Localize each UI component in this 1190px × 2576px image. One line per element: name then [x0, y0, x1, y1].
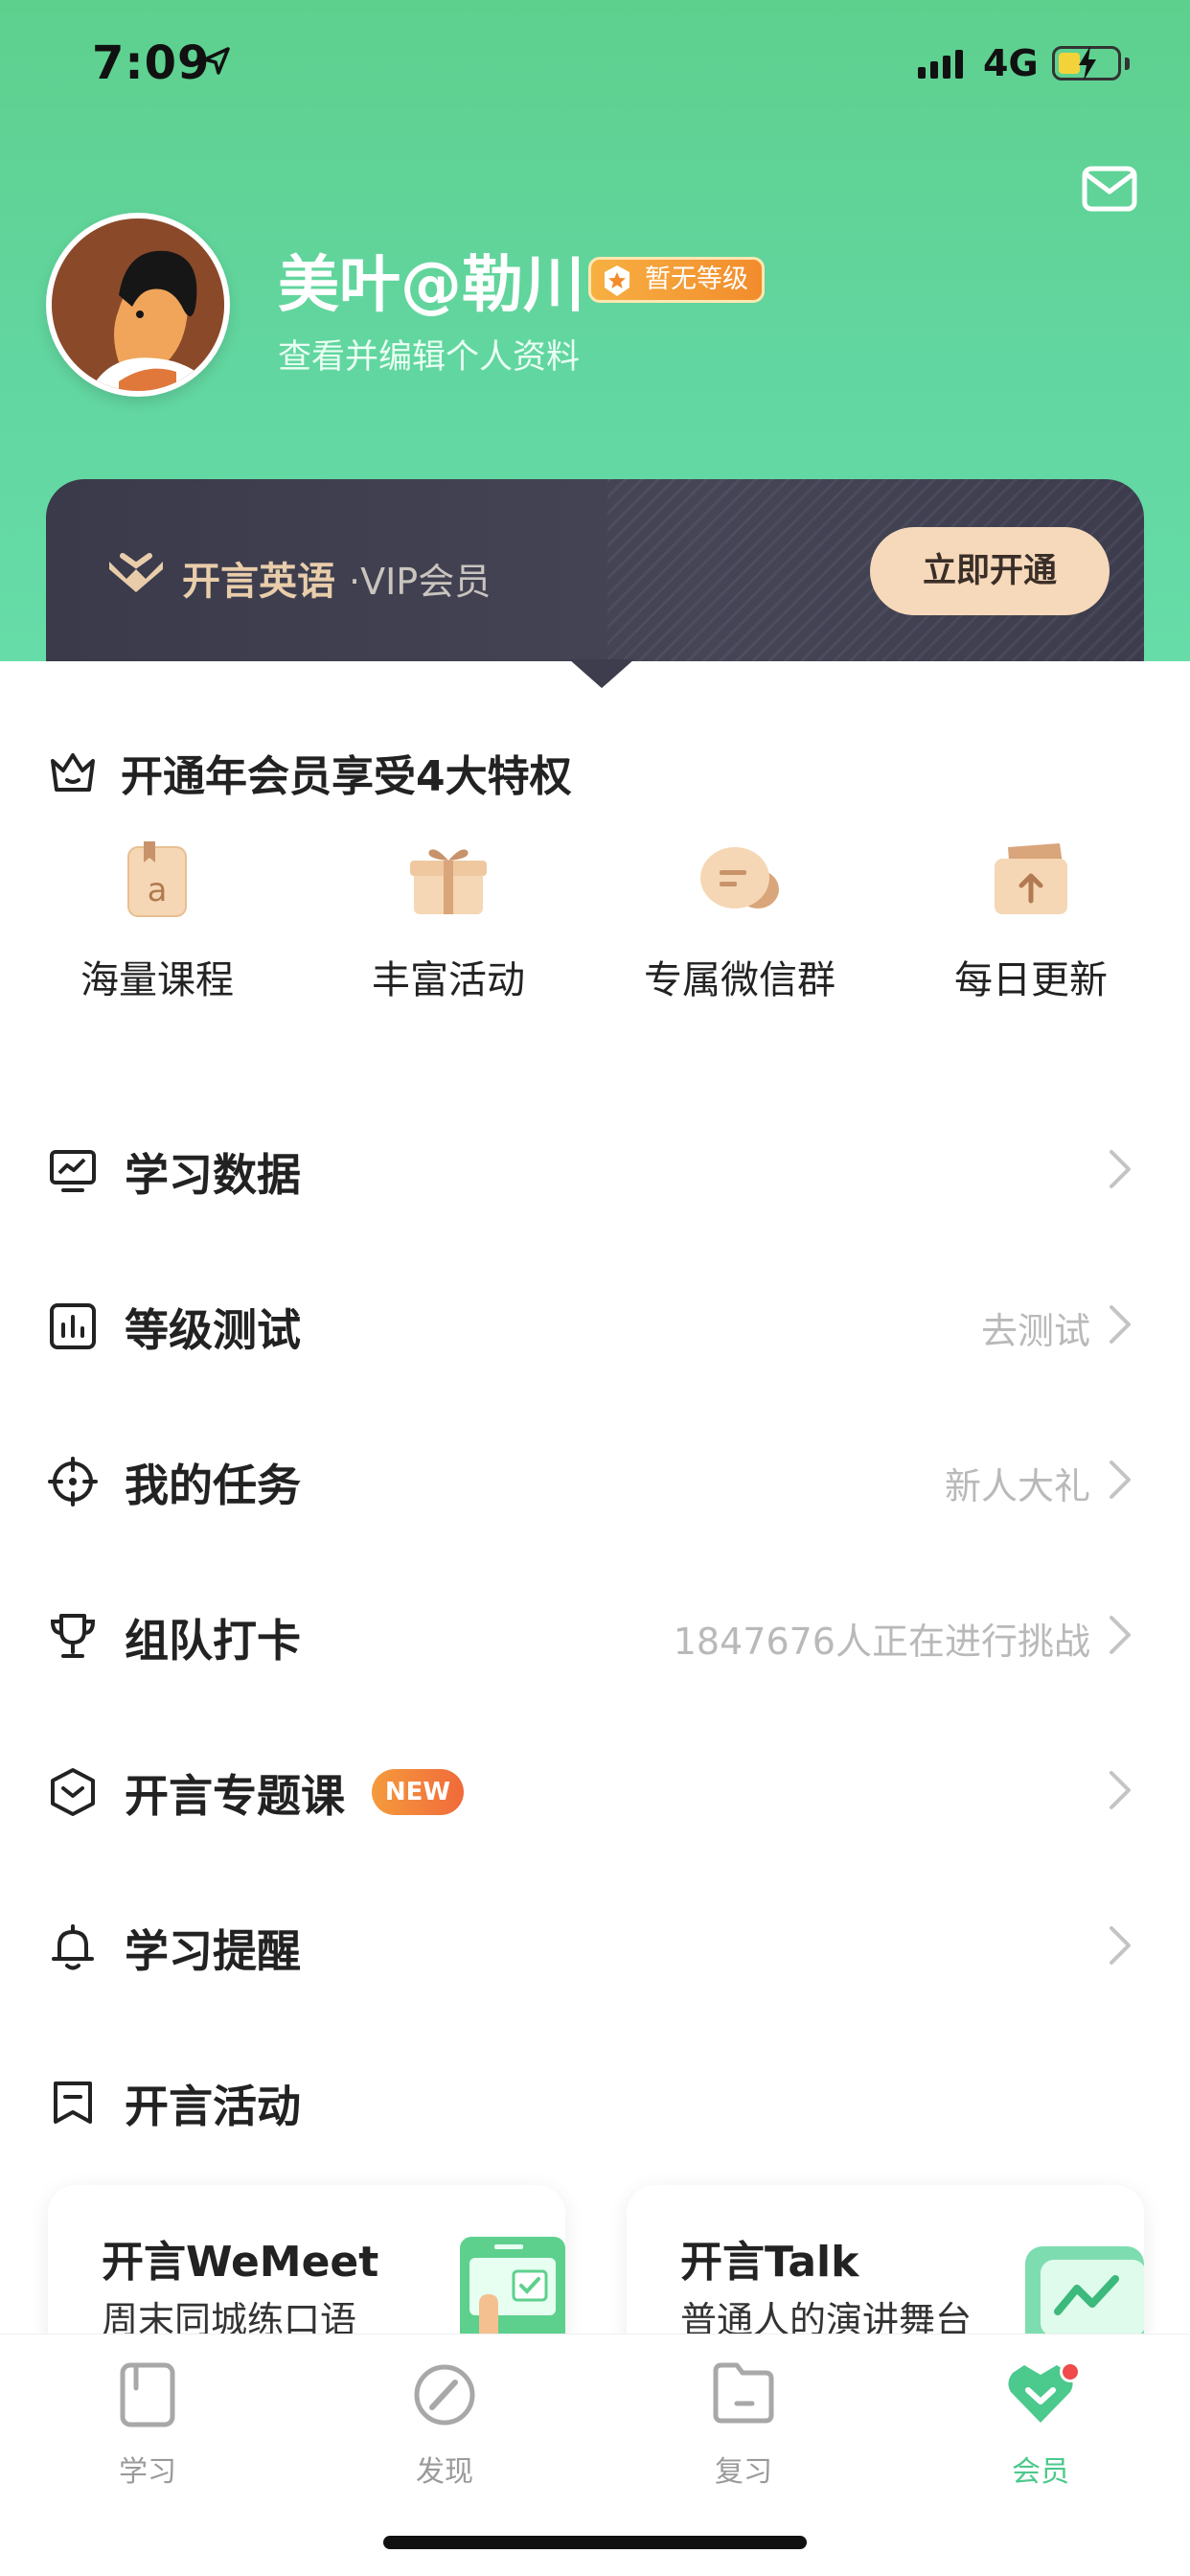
- chevron-right-icon: [1110, 1460, 1131, 1499]
- menu-extra: 去测试: [980, 1310, 1090, 1352]
- tab-label: 复习: [715, 2455, 772, 2489]
- vip-subtitle: ·VIP会员: [349, 561, 492, 603]
- topic-course-icon: [51, 1768, 95, 1816]
- vip-card-pointer: [569, 659, 634, 688]
- tab-study[interactable]: 学习: [71, 2361, 224, 2490]
- chat-bubble-icon: [700, 847, 779, 908]
- vip-card[interactable]: 开言英语 ·VIP会员 立即开通: [46, 479, 1144, 661]
- menu-label: 学习提醒: [125, 1925, 301, 1977]
- upload-folder-icon: [995, 843, 1067, 914]
- tab-label: 学习: [119, 2455, 176, 2489]
- chevron-right-icon: [1110, 1305, 1131, 1344]
- vip-brand: 开言英语: [182, 560, 335, 604]
- network-type: 4G: [983, 42, 1039, 84]
- tab-member[interactable]: 会员: [964, 2361, 1117, 2490]
- svg-text:a: a: [148, 871, 168, 909]
- profile-header: 7:09 4G 美叶@勒川 暂无等级 查看并编辑个人资料 开言英语 ·VIP会员…: [0, 0, 1190, 661]
- tab-review[interactable]: 复习: [667, 2361, 820, 2490]
- menu-item-my-tasks[interactable]: 我的任务 新人大礼: [0, 1401, 1190, 1556]
- menu-label: 开言专题课: [125, 1770, 345, 1822]
- new-badge: NEW: [372, 1769, 464, 1815]
- chevron-right-icon: [1110, 1926, 1131, 1965]
- level-badge-label: 暂无等级: [645, 264, 748, 294]
- menu-item-topic-course[interactable]: 开言专题课 NEW: [0, 1712, 1190, 1867]
- tab-label: 发现: [416, 2455, 473, 2489]
- level-badge[interactable]: 暂无等级: [588, 257, 765, 303]
- status-bar: 7:09 4G: [0, 0, 1190, 134]
- review-folder-icon: [713, 2362, 774, 2424]
- status-time: 7:09: [92, 36, 211, 90]
- menu-label: 组队打卡: [125, 1615, 301, 1667]
- privilege-item[interactable]: 丰富活动: [333, 841, 563, 1004]
- privilege-label: 海量课程: [80, 958, 234, 1002]
- chevron-right-icon: [1110, 1150, 1131, 1188]
- privilege-item[interactable]: a 海量课程: [42, 841, 272, 1004]
- home-indicator: [383, 2536, 807, 2549]
- card-title: 开言WeMeet: [102, 2238, 379, 2287]
- level-test-icon: [50, 1303, 96, 1349]
- kaiyan-logo-icon: [109, 553, 163, 592]
- menu-label: 等级测试: [125, 1304, 301, 1356]
- location-arrow-icon: [203, 47, 230, 75]
- privilege-item[interactable]: 专属微信群: [625, 841, 855, 1004]
- menu-label: 开言活动: [125, 2081, 301, 2132]
- avatar-portrait-icon: [52, 218, 224, 391]
- tab-label: 会员: [1012, 2455, 1069, 2489]
- study-data-icon: [50, 1150, 96, 1192]
- charging-bolt-icon: [1079, 46, 1096, 80]
- privilege-label: 丰富活动: [372, 958, 525, 1002]
- menu-item-study-data[interactable]: 学习数据: [0, 1091, 1190, 1246]
- avatar[interactable]: [46, 213, 230, 397]
- battery-cap: [1125, 58, 1130, 70]
- privilege-label: 专属微信群: [644, 958, 835, 1002]
- menu-item-study-reminder[interactable]: 学习提醒: [0, 1867, 1190, 2022]
- chevron-right-icon: [1110, 1771, 1131, 1809]
- privileges-header: 开通年会员享受4大特权: [48, 742, 572, 803]
- chevron-right-icon: [1110, 1616, 1131, 1654]
- menu-extra: 1847676人正在进行挑战: [673, 1621, 1090, 1663]
- card-title: 开言Talk: [680, 2238, 859, 2287]
- bell-icon: [52, 1924, 94, 1970]
- signal-strength-icon: [918, 48, 963, 79]
- task-target-icon: [48, 1457, 98, 1506]
- menu-item-level-test[interactable]: 等级测试 去测试: [0, 1246, 1190, 1401]
- activity-cards: 开言WeMeet 周末同城练口语 开言Talk 普通人的演讲舞台: [0, 2185, 1190, 2377]
- activity-bookmark-icon: [54, 2082, 92, 2124]
- menu-list: 学习数据 等级测试 去测试 我的任务 新人大礼 组队打卡 1847676人正在进…: [0, 1091, 1190, 2177]
- menu-item-team-checkin[interactable]: 组队打卡 1847676人正在进行挑战: [0, 1556, 1190, 1712]
- study-book-icon: [120, 2362, 175, 2427]
- message-mail-icon[interactable]: [1081, 165, 1138, 213]
- star-medal-icon: [605, 265, 629, 296]
- menu-label: 学习数据: [125, 1149, 301, 1201]
- notification-dot: [1060, 2361, 1081, 2382]
- gift-box-icon: [410, 849, 487, 914]
- member-content: 开通年会员享受4大特权 a 海量课程 丰富活动 专属微信群 每日更新 学习数据 …: [0, 661, 1190, 2377]
- vip-open-button[interactable]: 立即开通: [870, 527, 1110, 615]
- edit-profile-link[interactable]: 查看并编辑个人资料: [278, 330, 580, 379]
- menu-extra: 新人大礼: [944, 1465, 1090, 1507]
- privilege-item[interactable]: 每日更新: [916, 841, 1146, 1004]
- privilege-label: 每日更新: [954, 958, 1108, 1002]
- compass-icon: [414, 2364, 475, 2426]
- nickname[interactable]: 美叶@勒川: [278, 236, 584, 324]
- tab-discover[interactable]: 发现: [368, 2361, 521, 2490]
- crown-icon: [51, 753, 95, 792]
- privileges-title: 开通年会员享受4大特权: [121, 752, 572, 801]
- privileges-grid: a 海量课程 丰富活动 专属微信群 每日更新: [0, 841, 1190, 1002]
- trophy-icon: [50, 1614, 96, 1658]
- menu-item-kaiyan-activities[interactable]: 开言活动: [0, 2022, 1190, 2177]
- menu-label: 我的任务: [125, 1460, 301, 1511]
- course-book-icon: a: [127, 841, 187, 917]
